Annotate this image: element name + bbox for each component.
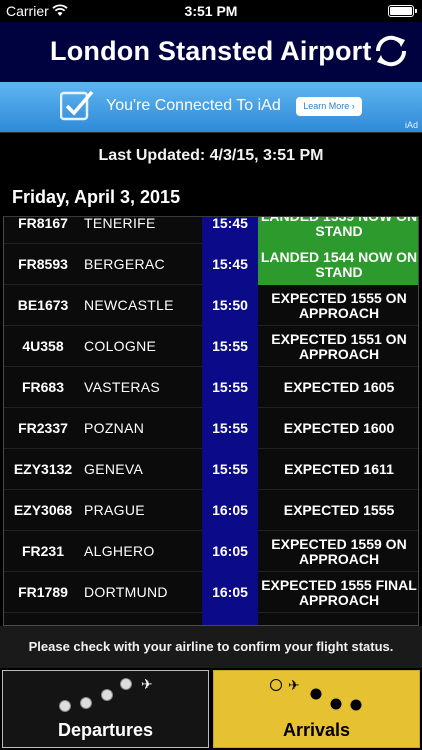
flight-number: FR8593 [18,256,68,272]
flight-number: BE1673 [17,297,69,313]
scheduled-time: 15:45 [202,244,258,285]
destination-city: GENEVA [84,461,144,477]
scheduled-time: 15:50 [202,285,258,326]
flight-status: EXPECTED 1555 ON APPROACH [271,289,407,321]
checkmark-icon [60,90,94,121]
destination-city: VASTERAS [84,379,161,395]
svg-text:✈: ✈ [288,678,300,694]
destination-city: DORTMUND [84,584,168,600]
scheduled-time: 16:05 [202,490,258,531]
destination-city: COLOGNE [84,338,157,354]
ad-text: You're Connected To iAd [106,97,281,114]
flight-status: EXPECTED 1555 [283,502,395,518]
flight-status: EXPECTED 1551 ON APPROACH [271,330,407,362]
status-bar: Carrier 3:51 PM [0,0,422,22]
scheduled-time: 16:05 [202,531,258,572]
destination-city: BERGERAC [84,256,165,272]
flight-row[interactable]: EZY3132 GENEVA 15:55 EXPECTED 1611 [4,449,418,490]
destination-city: POZNAN [84,420,145,436]
arrivals-board[interactable]: FR8167TENERIFE15:45LANDED 1539 NOW ON ST… [3,177,419,626]
last-updated: Last Updated: 4/3/15, 3:51 PM [0,132,422,177]
scheduled-time: 15:55 [202,326,258,367]
flight-status: EXPECTED 1555 FINAL APPROACH [261,576,417,608]
flight-status: EXPECTED 1611 [284,461,394,477]
flight-row[interactable]: EZY3068 PRAGUE 16:05 EXPECTED 1555 [4,490,418,531]
scheduled-time: 16:05 [202,572,258,613]
tab-arrivals[interactable]: ✈ Arrivals [213,670,420,748]
scheduled-time-cell [202,613,258,625]
flight-number: EZY3132 [13,461,73,477]
nav-bar: London Stansted Airport [0,22,422,82]
scheduled-time: 15:55 [202,449,258,490]
svg-text:✈: ✈ [141,677,153,693]
tab-departures-label: Departures [57,720,154,740]
tab-arrivals-label: Arrivals [282,720,351,740]
flight-status: EXPECTED 1600 [283,420,395,436]
date-header: Friday, April 3, 2015 [3,177,419,217]
ad-banner[interactable]: You're Connected To iAd Learn More › iAd [0,82,422,132]
flight-status: EXPECTED 1605 [283,379,395,395]
page-title: London Stansted Airport [50,36,372,66]
flight-number: FR2337 [18,420,68,436]
flight-number: FR231 [21,543,65,559]
flight-row[interactable]: 4U358 COLOGNE 15:55 EXPECTED 1551 ON APPROA… [4,326,418,367]
flight-number: FR1789 [18,584,68,600]
flight-status: LANDED 1544 NOW ON STAND [258,244,418,285]
scheduled-time: 15:55 [202,408,258,449]
destination-city: PRAGUE [84,502,145,518]
tab-departures[interactable]: ✈ Departures [2,670,209,748]
destination-city: ALGHERO [84,543,155,559]
flight-row[interactable]: FR2337 POZNAN 15:55 EXPECTED 1600 [4,408,418,449]
flight-row[interactable]: FR683 VASTERAS 15:55 EXPECTED 1605 [4,367,418,408]
flight-status: EXPECTED 1559 ON APPROACH [271,535,407,567]
flight-row[interactable]: BE1673 NEWCASTLE 15:50 EXPECTED 1555 ON APP… [4,285,418,326]
learn-more-button[interactable]: Learn More › [296,97,362,116]
battery-icon [388,5,417,17]
flight-number: 4U358 [22,338,64,354]
refresh-icon[interactable] [372,32,410,70]
flight-number: EZY3068 [13,502,73,518]
flight-number: FR683 [21,379,65,395]
flight-row[interactable]: FR231 ALGHERO 16:05 EXPECTED 1559 ON APPROA… [4,531,418,572]
flight-row[interactable]: FR1789 DORTMUND 16:05 EXPECTED 1555 FINAL A… [4,572,418,613]
clock: 3:51 PM [184,3,238,19]
footer-note: Please check with your airline to confir… [0,626,422,668]
scheduled-time: 15:55 [202,367,258,408]
iad-logo: iAd [404,120,418,130]
flight-row[interactable]: FR8593 BERGERAC 15:45 LANDED 1544 NOW ON ST… [4,244,418,285]
flight-row-partial [4,613,418,625]
destination-city: NEWCASTLE [84,297,174,313]
